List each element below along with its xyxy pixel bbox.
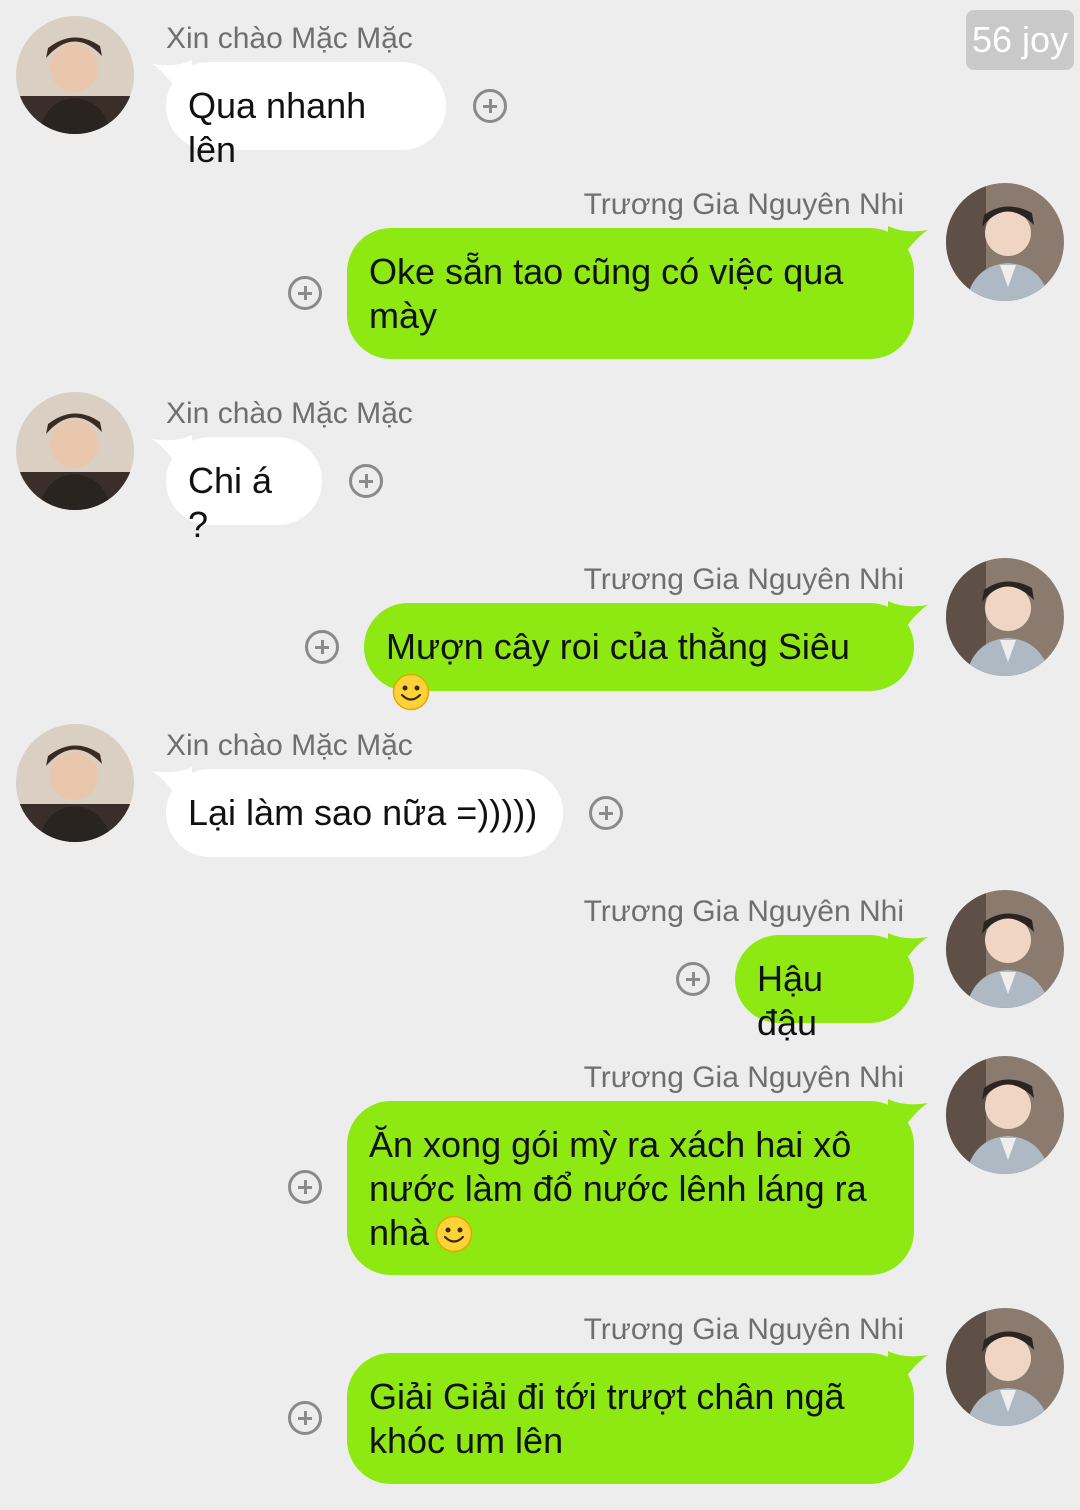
message-text: Qua nhanh lên (188, 85, 377, 170)
avatar[interactable] (946, 183, 1064, 301)
message-text: Hậu đậu (757, 958, 834, 1043)
add-reaction-icon[interactable] (288, 276, 322, 310)
add-reaction-icon[interactable] (473, 89, 507, 123)
add-reaction-icon[interactable] (288, 1401, 322, 1435)
message-text: Lại làm sao nữa =))))) (188, 792, 538, 833)
message-text: Mượn cây roi của thằng Siêu (386, 626, 850, 667)
avatar[interactable] (946, 1308, 1064, 1426)
smiley-emoji-icon (435, 1215, 473, 1253)
message-bubble[interactable]: Qua nhanh lên (166, 62, 446, 170)
message-bubble[interactable]: Giải Giải đi tới trượt chân ngã khóc um … (347, 1353, 914, 1484)
message-bubble[interactable]: Ăn xong gói mỳ ra xách hai xô nước làm đ… (347, 1101, 914, 1275)
sender-name: Trương Gia Nguyên Nhi (583, 1313, 904, 1346)
add-reaction-icon[interactable] (349, 464, 383, 498)
message-text: Oke sẵn tao cũng có việc qua mày (369, 251, 844, 336)
avatar[interactable] (16, 392, 134, 510)
avatar[interactable] (946, 1056, 1064, 1174)
sender-name: Trương Gia Nguyên Nhi (583, 563, 904, 596)
add-reaction-icon[interactable] (589, 796, 623, 830)
smiley-emoji-icon (392, 673, 430, 711)
message-bubble[interactable]: Lại làm sao nữa =))))) (166, 769, 563, 857)
watermark-badge: 56 joy (966, 10, 1074, 70)
add-reaction-icon[interactable] (305, 630, 339, 664)
sender-name: Xin chào Mặc Mặc (166, 729, 413, 762)
message-bubble[interactable]: Hậu đậu (735, 935, 914, 1043)
message-bubble[interactable]: Chi á ? (166, 437, 322, 545)
add-reaction-icon[interactable] (288, 1170, 322, 1204)
sender-name: Trương Gia Nguyên Nhi (583, 1061, 904, 1094)
message-text: Chi á ? (188, 460, 283, 545)
sender-name: Xin chào Mặc Mặc (166, 397, 413, 430)
avatar[interactable] (946, 558, 1064, 676)
avatar[interactable] (16, 724, 134, 842)
sender-name: Trương Gia Nguyên Nhi (583, 895, 904, 928)
add-reaction-icon[interactable] (676, 962, 710, 996)
message-text: Giải Giải đi tới trượt chân ngã khóc um … (369, 1376, 845, 1461)
message-bubble[interactable]: Oke sẵn tao cũng có việc qua mày (347, 228, 914, 359)
sender-name: Xin chào Mặc Mặc (166, 22, 413, 55)
message-bubble[interactable]: Mượn cây roi của thằng Siêu (364, 603, 914, 711)
avatar[interactable] (16, 16, 134, 134)
sender-name: Trương Gia Nguyên Nhi (583, 188, 904, 221)
avatar[interactable] (946, 890, 1064, 1008)
